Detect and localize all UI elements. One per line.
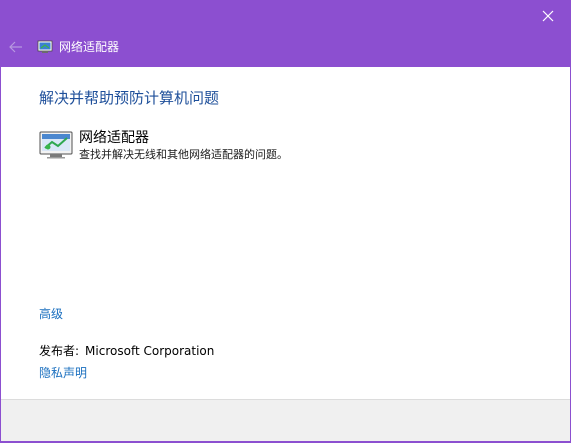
item-description: 查找并解决无线和其他网络适配器的问题。 [79, 148, 288, 161]
window-title: 网络适配器 [59, 40, 120, 54]
item-text: 网络适配器 查找并解决无线和其他网络适配器的问题。 [79, 129, 288, 162]
publisher-info: 发布者: Microsoft Corporation [39, 343, 214, 359]
nav-row: 网络适配器 [1, 35, 119, 59]
advanced-link[interactable]: 高级 [39, 306, 63, 322]
back-button[interactable] [3, 35, 29, 59]
close-button[interactable] [526, 1, 570, 31]
network-adapter-icon [37, 40, 53, 54]
publisher-value: Microsoft Corporation [85, 344, 215, 358]
footer-bar [1, 399, 570, 441]
page-heading: 解决并帮助预防计算机问题 [39, 89, 220, 107]
publisher-label: 发布者: [39, 344, 80, 358]
network-adapter-icon [39, 131, 73, 159]
privacy-statement-link[interactable]: 隐私声明 [39, 365, 87, 381]
troubleshooter-window: 网络适配器 解决并帮助预防计算机问题 网络适配器 查找并解决无线和其他网络适配器… [1, 1, 570, 441]
back-arrow-icon [9, 41, 22, 53]
main-content: 解决并帮助预防计算机问题 网络适配器 查找并解决无线和其他网络适配器的问题。 高… [1, 67, 570, 400]
item-title: 网络适配器 [79, 130, 149, 146]
close-icon [542, 10, 554, 22]
title-bar: 网络适配器 [1, 1, 570, 67]
troubleshooter-item-network-adapter[interactable]: 网络适配器 查找并解决无线和其他网络适配器的问题。 [39, 129, 288, 162]
